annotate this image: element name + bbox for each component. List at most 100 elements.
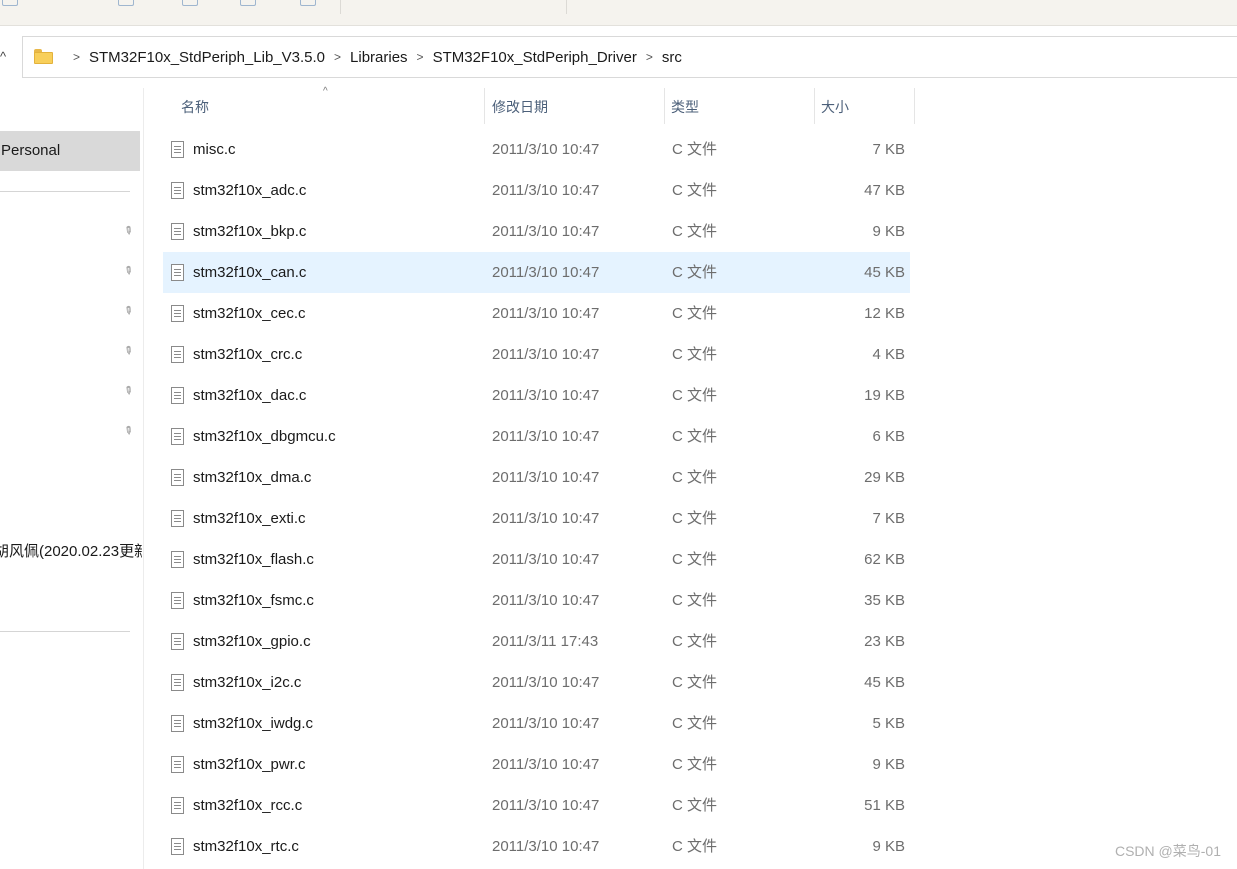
- file-name[interactable]: misc.c: [193, 129, 236, 170]
- chevron-right-icon[interactable]: >: [417, 50, 424, 64]
- pin-icon[interactable]: ✎: [118, 301, 138, 321]
- file-date: 2011/3/10 10:47: [492, 182, 600, 199]
- breadcrumb-item[interactable]: STM32F10x_StdPeriph_Lib_V3.5.0: [89, 49, 325, 66]
- file-size: 51 KB: [864, 797, 905, 814]
- file-row[interactable]: stm32f10x_fsmc.c 2011/3/10 10:47 C 文件 35 KB: [163, 580, 910, 621]
- file-date: 2011/3/10 10:47: [492, 223, 600, 240]
- breadcrumb-item[interactable]: STM32F10x_StdPeriph_Driver: [433, 49, 637, 66]
- file-row[interactable]: stm32f10x_gpio.c 2011/3/11 17:43 C 文件 23 KB: [163, 621, 910, 662]
- file-row[interactable]: stm32f10x_flash.c 2011/3/10 10:47 C 文件 62 K…: [163, 539, 910, 580]
- ribbon-icon[interactable]: [2, 0, 18, 6]
- file-size: 9 KB: [872, 756, 905, 773]
- file-name[interactable]: stm32f10x_dac.c: [193, 375, 306, 416]
- file-name[interactable]: stm32f10x_pwr.c: [193, 744, 306, 785]
- column-header-size[interactable]: 大小: [821, 88, 849, 124]
- watermark: CSDN @菜鸟-01: [1114, 843, 1221, 859]
- file-row[interactable]: stm32f10x_adc.c 2011/3/10 10:47 C 文件 47 KB: [163, 170, 910, 211]
- chevron-right-icon[interactable]: >: [646, 50, 653, 64]
- file-date: 2011/3/10 10:47: [492, 387, 600, 404]
- file-row[interactable]: stm32f10x_exti.c 2011/3/10 10:47 C 文件 7 KB: [163, 498, 910, 539]
- file-name[interactable]: stm32f10x_i2c.c: [193, 662, 301, 703]
- file-row[interactable]: stm32f10x_dma.c 2011/3/10 10:47 C 文件 29 KB: [163, 457, 910, 498]
- file-date: 2011/3/10 10:47: [492, 674, 600, 691]
- file-name[interactable]: stm32f10x_fsmc.c: [193, 580, 314, 621]
- file-row[interactable]: stm32f10x_dbgmcu.c 2011/3/10 10:47 C 文件 6 K…: [163, 416, 910, 457]
- ribbon-icon[interactable]: [182, 0, 198, 6]
- c-file-icon: [171, 428, 184, 445]
- c-file-icon: [171, 387, 184, 404]
- file-size: 6 KB: [872, 428, 905, 445]
- file-name[interactable]: stm32f10x_flash.c: [193, 539, 314, 580]
- file-name[interactable]: stm32f10x_gpio.c: [193, 621, 311, 662]
- file-size: 9 KB: [872, 838, 905, 855]
- file-name[interactable]: stm32f10x_exti.c: [193, 498, 306, 539]
- c-file-icon: [171, 305, 184, 322]
- file-name[interactable]: stm32f10x_crc.c: [193, 334, 302, 375]
- address-bar[interactable]: > STM32F10x_StdPeriph_Lib_V3.5.0 > Libra…: [22, 36, 1237, 78]
- file-date: 2011/3/10 10:47: [492, 428, 600, 445]
- column-header-date[interactable]: 修改日期: [492, 88, 548, 124]
- c-file-icon: [171, 756, 184, 773]
- file-size: 19 KB: [864, 387, 905, 404]
- breadcrumb-item[interactable]: src: [662, 49, 682, 66]
- file-name[interactable]: stm32f10x_rtc.c: [193, 826, 299, 867]
- file-name[interactable]: stm32f10x_can.c: [193, 252, 306, 293]
- file-name[interactable]: stm32f10x_adc.c: [193, 170, 306, 211]
- file-row[interactable]: stm32f10x_crc.c 2011/3/10 10:47 C 文件 4 KB: [163, 334, 910, 375]
- c-file-icon: [171, 551, 184, 568]
- chevron-right-icon[interactable]: >: [334, 50, 341, 64]
- column-header-type[interactable]: 类型: [671, 88, 699, 124]
- c-file-icon: [171, 838, 184, 855]
- c-file-icon: [171, 633, 184, 650]
- c-file-icon: [171, 223, 184, 240]
- nav-divider: [0, 631, 130, 632]
- file-row[interactable]: stm32f10x_rcc.c 2011/3/10 10:47 C 文件 51 KB: [163, 785, 910, 826]
- file-name[interactable]: stm32f10x_cec.c: [193, 293, 306, 334]
- file-type: C 文件: [672, 674, 718, 691]
- file-name[interactable]: stm32f10x_iwdg.c: [193, 703, 313, 744]
- c-file-icon: [171, 469, 184, 486]
- file-row[interactable]: stm32f10x_iwdg.c 2011/3/10 10:47 C 文件 5 KB: [163, 703, 910, 744]
- nav-item-personal[interactable]: Personal: [0, 131, 140, 171]
- column-header-name[interactable]: 名称: [181, 88, 209, 124]
- c-file-icon: [171, 510, 184, 527]
- ribbon-icon[interactable]: [118, 0, 134, 6]
- pin-icon[interactable]: ✎: [118, 381, 138, 401]
- file-row[interactable]: stm32f10x_i2c.c 2011/3/10 10:47 C 文件 45 KB: [163, 662, 910, 703]
- file-row[interactable]: stm32f10x_rtc.c 2011/3/10 10:47 C 文件 9 KB: [163, 826, 910, 867]
- file-name[interactable]: stm32f10x_bkp.c: [193, 211, 306, 252]
- pin-icon[interactable]: ✎: [118, 341, 138, 361]
- file-date: 2011/3/10 10:47: [492, 551, 600, 568]
- c-file-icon: [171, 592, 184, 609]
- file-type: C 文件: [672, 305, 718, 322]
- file-row[interactable]: stm32f10x_bkp.c 2011/3/10 10:47 C 文件 9 KB: [163, 211, 910, 252]
- ribbon-toolbar: [0, 0, 1237, 26]
- file-type: C 文件: [672, 797, 718, 814]
- file-size: 7 KB: [872, 510, 905, 527]
- ribbon-icon[interactable]: [240, 0, 256, 6]
- file-size: 5 KB: [872, 715, 905, 732]
- file-size: 35 KB: [864, 592, 905, 609]
- chevron-right-icon[interactable]: >: [73, 50, 80, 64]
- file-name[interactable]: stm32f10x_dma.c: [193, 457, 311, 498]
- file-row[interactable]: stm32f10x_pwr.c 2011/3/10 10:47 C 文件 9 KB: [163, 744, 910, 785]
- pin-icon[interactable]: ✎: [118, 261, 138, 281]
- pin-icon[interactable]: ✎: [118, 421, 138, 441]
- file-type: C 文件: [672, 182, 718, 199]
- file-type: C 文件: [672, 592, 718, 609]
- file-size: 4 KB: [872, 346, 905, 363]
- ribbon-icon[interactable]: [300, 0, 316, 6]
- file-row[interactable]: stm32f10x_cec.c 2011/3/10 10:47 C 文件 12 KB: [163, 293, 910, 334]
- file-name[interactable]: stm32f10x_rcc.c: [193, 785, 302, 826]
- file-size: 45 KB: [864, 264, 905, 281]
- pin-icon[interactable]: ✎: [118, 221, 138, 241]
- breadcrumb-item[interactable]: Libraries: [350, 49, 408, 66]
- file-date: 2011/3/10 10:47: [492, 346, 600, 363]
- nav-item-recent[interactable]: 胡风佩(2020.02.23更新: [0, 540, 142, 561]
- file-row[interactable]: stm32f10x_can.c 2011/3/10 10:47 C 文件 45 KB: [163, 252, 910, 293]
- file-name[interactable]: stm32f10x_dbgmcu.c: [193, 416, 336, 457]
- file-row[interactable]: stm32f10x_dac.c 2011/3/10 10:47 C 文件 19 KB: [163, 375, 910, 416]
- up-arrow-icon[interactable]: ^: [0, 50, 12, 64]
- file-date: 2011/3/11 17:43: [492, 633, 599, 650]
- file-row[interactable]: misc.c 2011/3/10 10:47 C 文件 7 KB: [163, 129, 910, 170]
